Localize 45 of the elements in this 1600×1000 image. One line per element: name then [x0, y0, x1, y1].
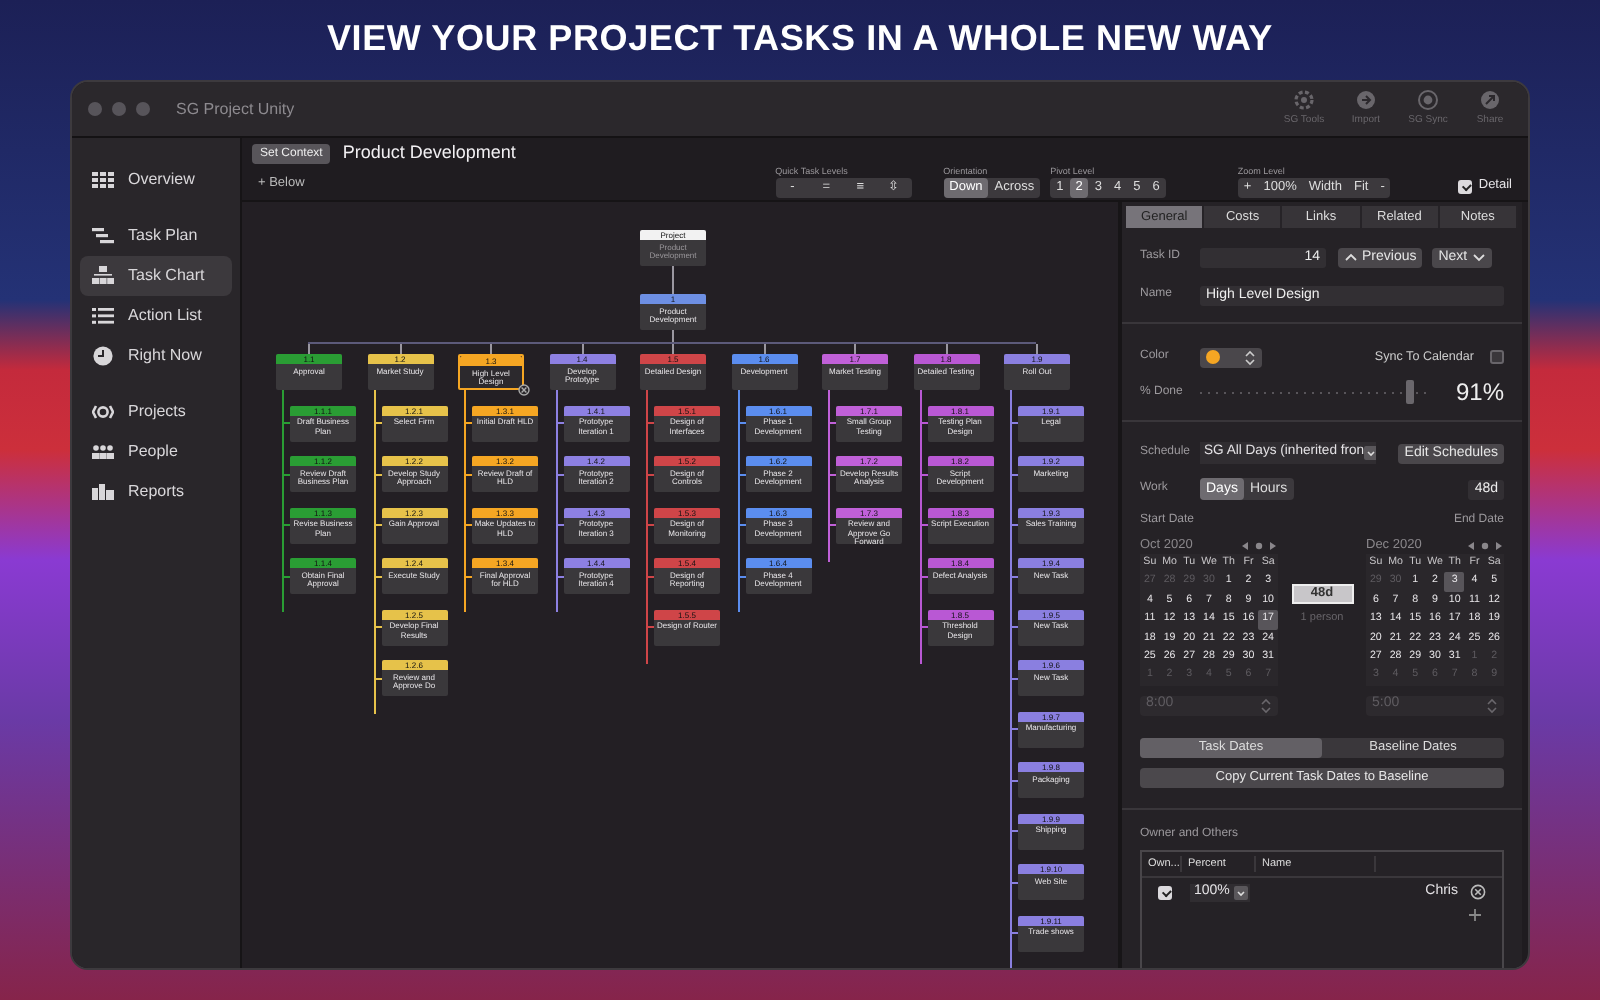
- color-picker[interactable]: [1200, 347, 1262, 367]
- dot-icon[interactable]: [1480, 539, 1490, 551]
- owner-checkbox[interactable]: [1158, 885, 1172, 900]
- slider-thumb[interactable]: [1405, 380, 1414, 404]
- close-icon[interactable]: [518, 384, 530, 396]
- arrow-icon: [1356, 89, 1376, 110]
- gear-icon: [1294, 89, 1314, 110]
- chevron-down-icon: [1364, 446, 1376, 460]
- remove-icon[interactable]: [1470, 884, 1486, 901]
- sync-icon: [1418, 89, 1438, 110]
- sidebar-item[interactable]: Action List: [80, 296, 232, 336]
- bars-icon: [92, 226, 114, 246]
- people-icon: [92, 442, 114, 462]
- headline-text: VIEW YOUR PROJECT TASKS IN A WHOLE NEW WAY: [327, 16, 1273, 62]
- window-title: SG Project Unity: [176, 97, 295, 121]
- detail-checkbox[interactable]: [1458, 179, 1473, 194]
- chevron-down-icon: [1471, 252, 1486, 262]
- previous-icon[interactable]: [1466, 539, 1476, 551]
- list-icon: [92, 306, 114, 326]
- context-title: Product Development: [342, 139, 516, 166]
- chevron-down-icon: [1233, 885, 1248, 900]
- next-icon[interactable]: [1494, 539, 1504, 551]
- clock-icon: [92, 346, 114, 366]
- projects-icon: [92, 402, 114, 422]
- stepper-icon: [1260, 697, 1272, 714]
- sync-checkbox[interactable]: [1490, 350, 1504, 364]
- sidebar-item[interactable]: Overview: [80, 160, 232, 200]
- previous-icon[interactable]: [1240, 539, 1250, 551]
- share-icon: [1480, 89, 1500, 110]
- next-icon[interactable]: [1268, 539, 1278, 551]
- percent-done-reading: 91%: [1455, 376, 1504, 410]
- sidebar-item[interactable]: Task Plan: [80, 216, 232, 256]
- reports-icon: [92, 482, 114, 502]
- add-icon[interactable]: [1468, 908, 1482, 923]
- grid-icon: [92, 170, 114, 190]
- stepper-icon: [1244, 349, 1256, 365]
- hierarchy-icon: [92, 266, 114, 286]
- sidebar-item[interactable]: People: [80, 432, 232, 472]
- sidebar-item[interactable]: Right Now: [80, 336, 232, 376]
- dot-icon[interactable]: [1254, 539, 1264, 551]
- sidebar-item[interactable]: Reports: [80, 472, 232, 512]
- stepper-icon: [1486, 697, 1498, 714]
- sidebar-item[interactable]: Projects: [80, 392, 232, 432]
- chevron-up-icon: [1344, 252, 1358, 262]
- sidebar-item[interactable]: Task Chart: [80, 256, 232, 296]
